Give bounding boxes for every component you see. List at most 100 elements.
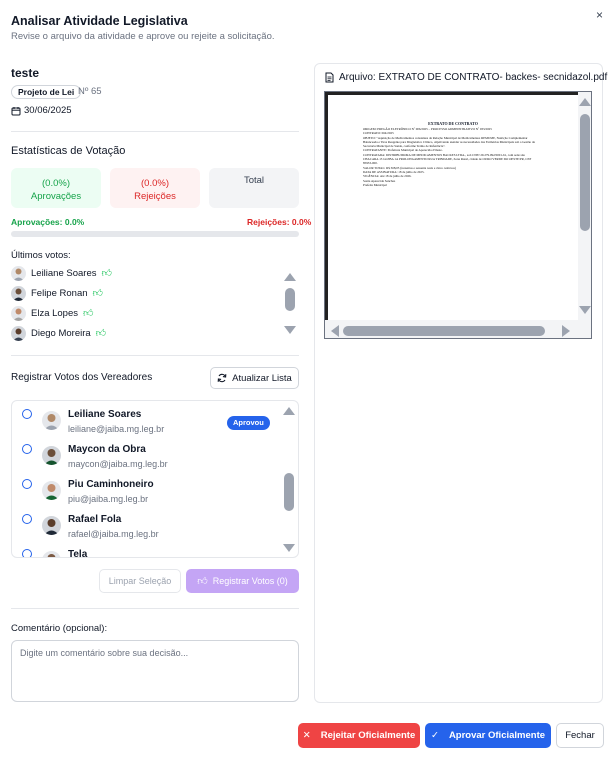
scrollbar-thumb[interactable] — [284, 473, 294, 511]
councilor-radio[interactable] — [22, 409, 32, 419]
councilor-email: rafael@jaiba.mg.leg.br — [68, 529, 159, 539]
comment-label: Comentário (opcional): — [11, 623, 108, 634]
councilor-email: maycon@jaiba.mg.leg.br — [68, 459, 168, 469]
councilor-row[interactable]: Tela — [12, 541, 282, 557]
scroll-up-arrow[interactable] — [283, 407, 295, 415]
scroll-down-arrow[interactable] — [284, 326, 296, 334]
total-stat-card: Total — [209, 168, 299, 208]
thumbs-up-icon: 👍︎ — [95, 328, 107, 339]
councilor-radio[interactable] — [22, 479, 32, 489]
avatar — [11, 305, 26, 321]
clear-selection-button[interactable]: Limpar Seleção — [99, 569, 181, 593]
refresh-list-label: Atualizar Lista — [232, 372, 292, 384]
pdf-frame-edge — [325, 92, 328, 320]
last-votes-label: Últimos votos: — [11, 250, 71, 261]
document-line: CONTRATADA: DISTRIBUIDORA DE MEDICAMENTO… — [363, 152, 532, 166]
thumbs-up-icon: 👍︎ — [92, 288, 103, 299]
councilor-row[interactable]: Rafael Fola rafael@jaiba.mg.leg.br — [12, 506, 282, 542]
close-icon[interactable]: × — [596, 8, 603, 22]
pdf-frame-edge — [325, 92, 591, 95]
approved-badge: Aprovou — [227, 416, 270, 430]
pdf-viewer[interactable]: EXTRATO DE CONTRATO ORIGEM: PREGÃO ELETR… — [324, 91, 592, 339]
last-vote-name: Leiliane Soares — [31, 267, 97, 279]
avatar — [42, 516, 61, 535]
councilor-email: piu@jaiba.mg.leg.br — [68, 494, 149, 504]
last-vote-item: Felipe Ronan 👍︎ — [11, 284, 103, 302]
activity-date: 30/06/2025 — [24, 105, 72, 116]
rejections-stat-card: (0.0%) Rejeições — [110, 168, 200, 208]
last-vote-name: Diego Moreira — [31, 327, 91, 339]
avatar — [11, 325, 26, 341]
councilor-radio[interactable] — [22, 514, 32, 524]
approve-officially-label: Aprovar Oficialmente — [448, 730, 546, 741]
councilor-name: Leiliane Soares — [68, 409, 142, 420]
activity-type-badge: Projeto de Lei — [11, 85, 82, 99]
last-vote-name: Felipe Ronan — [31, 287, 88, 299]
councilor-radio[interactable] — [22, 444, 32, 454]
divider — [11, 131, 299, 132]
last-vote-name: Elza Lopes — [31, 307, 79, 319]
register-votes-title: Registrar Votos dos Vereadores — [11, 372, 153, 383]
last-vote-item: Elza Lopes 👍︎ — [11, 304, 93, 322]
check-icon: ✓ — [430, 730, 439, 741]
scroll-down-arrow[interactable] — [283, 544, 295, 552]
avatar — [42, 446, 61, 465]
approvals-summary: Aprovações: 0.0% — [11, 217, 85, 227]
dialog-title: Analisar Atividade Legislativa — [11, 14, 188, 28]
document-heading: EXTRATO DE CONTRATO — [428, 121, 478, 126]
thumbs-up-icon: 👍︎ — [197, 576, 208, 587]
thumbs-up-icon: 👍︎ — [83, 308, 94, 319]
thumbs-up-icon: 👍︎ — [101, 268, 112, 279]
calendar-icon — [11, 106, 21, 115]
reject-officially-label: Rejeitar Oficialmente — [320, 730, 416, 741]
dialog-subtitle: Revise o arquivo da atividade e aprove o… — [11, 31, 275, 42]
scroll-down-arrow[interactable] — [579, 306, 591, 314]
approvals-stat-card: (0.0%) Aprovações — [11, 168, 101, 208]
councilor-row[interactable]: Piu Caminhoneiro piu@jaiba.mg.leg.br — [12, 471, 282, 507]
scroll-right-arrow[interactable] — [562, 325, 570, 337]
pdf-page: EXTRATO DE CONTRATO ORIGEM: PREGÃO ELETR… — [328, 95, 578, 320]
councilor-email: leiliane@jaiba.mg.leg.br — [68, 424, 165, 434]
scrollbar-thumb[interactable] — [580, 114, 590, 231]
register-votes-button[interactable]: 👍︎ Registrar Votos (0) — [186, 569, 299, 593]
scrollbar-thumb[interactable] — [285, 288, 295, 311]
councilor-row[interactable]: Leiliane Soares leiliane@jaiba.mg.leg.br… — [12, 401, 282, 437]
avatar — [42, 411, 61, 430]
councilor-radio[interactable] — [22, 549, 32, 557]
avatar — [11, 265, 26, 281]
document-title-row: Arquivo: EXTRATO DE CONTRATO- backes- se… — [325, 72, 607, 83]
close-button[interactable]: Fechar — [556, 723, 604, 748]
last-vote-item: Leiliane Soares 👍︎ — [11, 264, 112, 282]
file-icon — [325, 72, 334, 83]
scrollbar-thumb[interactable] — [343, 326, 545, 336]
divider — [11, 355, 299, 356]
rejections-percent: (0.0%) — [141, 178, 169, 189]
scroll-left-arrow[interactable] — [331, 325, 339, 337]
avatar — [11, 285, 26, 301]
approve-officially-button[interactable]: ✓ Aprovar Oficialmente — [425, 723, 551, 748]
approvals-percent: (0.0%) — [42, 178, 70, 189]
councilor-row[interactable]: Maycon da Obra maycon@jaiba.mg.leg.br — [12, 436, 282, 472]
comment-input[interactable] — [11, 640, 299, 702]
avatar — [42, 481, 61, 500]
refresh-list-button[interactable]: Atualizar Lista — [210, 367, 299, 389]
rejections-summary: Rejeições: 0.0% — [247, 217, 312, 227]
total-label: Total — [243, 175, 265, 186]
divider — [11, 608, 299, 609]
x-icon: ✕ — [302, 730, 311, 741]
avatar — [42, 551, 61, 557]
voting-stats-title: Estatísticas de Votação — [11, 145, 126, 157]
document-line: OBJETO: "Aquisição de Medicamentos const… — [363, 135, 535, 149]
councilor-name: Maycon da Obra — [68, 444, 146, 455]
document-body: ORIGEM: PREGÃO ELETRÔNICO Nº 006/2025 – … — [363, 127, 538, 187]
activity-number: Nº 65 — [78, 86, 102, 97]
scroll-up-arrow[interactable] — [579, 98, 591, 106]
register-votes-label: Registrar Votos (0) — [212, 576, 288, 586]
activity-date-row: 30/06/2025 — [11, 105, 72, 116]
approvals-label: Aprovações — [30, 191, 82, 202]
scroll-up-arrow[interactable] — [284, 273, 296, 281]
councilor-name: Rafael Fola — [68, 514, 122, 525]
reject-officially-button[interactable]: ✕ Rejeitar Oficialmente — [298, 723, 420, 748]
document-title: Arquivo: EXTRATO DE CONTRATO- backes- se… — [339, 72, 608, 83]
approval-progress-bar — [11, 231, 299, 237]
